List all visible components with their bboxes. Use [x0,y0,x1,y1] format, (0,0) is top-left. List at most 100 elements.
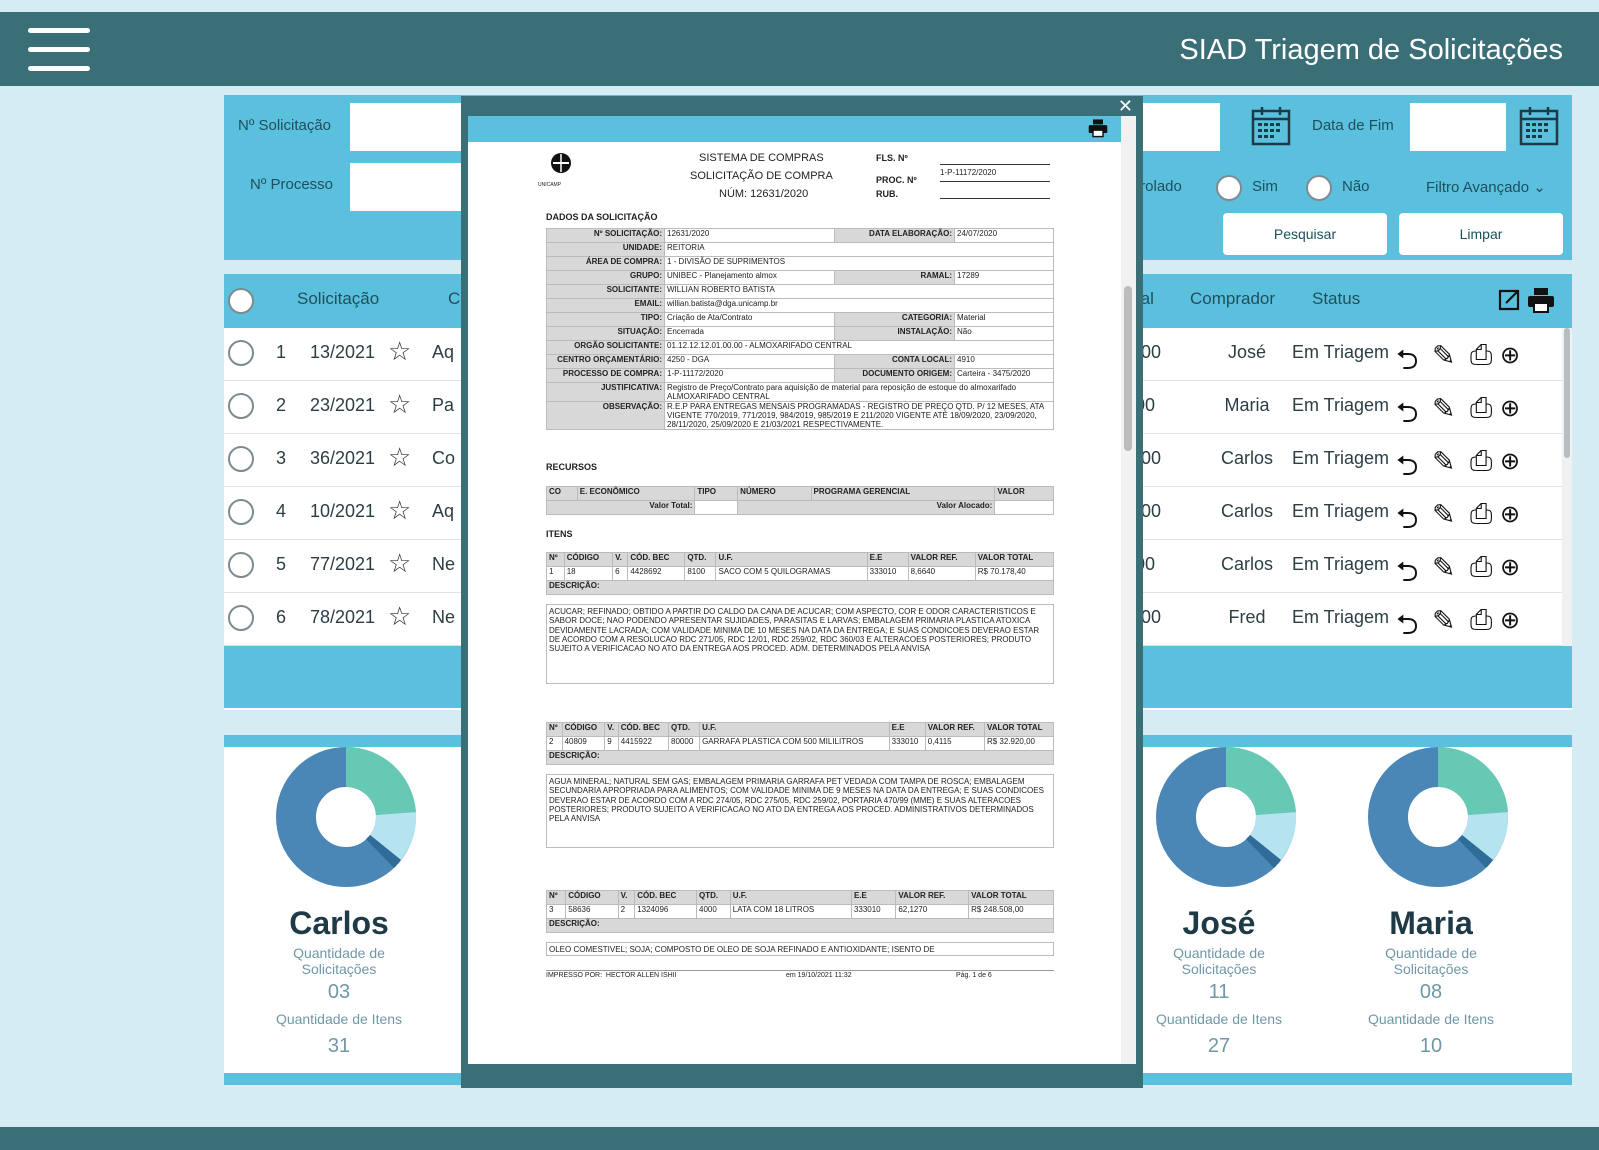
list-scrollbar[interactable] [1562,328,1572,646]
doc-item-cell: 2 [617,904,636,919]
header-comprador[interactable]: Comprador [1190,289,1275,309]
zoom-icon[interactable]: ⊕ [1500,553,1520,582]
row-comprador: Fred [1228,607,1266,627]
star-icon[interactable]: ☆ [388,442,411,473]
doc-field-row: SITUAÇÃO: Encerrada INSTALAÇÃO: Não [546,326,1054,341]
attachment-icon[interactable]: ⎙ [1470,498,1492,531]
edit-icon[interactable]: ✎ [1432,498,1455,531]
nao-radio[interactable] [1306,175,1332,201]
app-title: SIAD Triagem de Solicitações [1179,34,1563,66]
row-number: 3 [276,448,287,468]
return-icon[interactable]: ⮌ [1396,498,1418,546]
print-icon[interactable] [1526,286,1556,314]
edit-icon[interactable]: ✎ [1432,445,1455,478]
star-icon[interactable]: ☆ [388,601,411,632]
header-status[interactable]: Status [1312,289,1360,309]
document-viewer-modal: ✕ UNICAMP SISTEMA DE COMPRAS SOLICITAÇÃO… [461,96,1143,1088]
edit-icon[interactable]: ✎ [1432,392,1455,425]
calendar-icon[interactable] [1518,105,1560,147]
viewer-scrollbar[interactable] [1121,116,1136,1064]
return-icon[interactable]: ⮌ [1396,604,1418,652]
row-descricao: Aq [432,501,455,521]
export-icon[interactable] [1496,287,1522,313]
doc-item-cell: 333010 [888,736,926,751]
solicitacao-input[interactable] [350,103,470,151]
edit-icon[interactable]: ✎ [1432,604,1455,637]
logo-text: UNICAMP [538,182,562,188]
doc-field-row: ÁREA DE COMPRA: 1 - DIVISÃO DE SUPRIMENTO… [546,256,1054,271]
row-select-radio[interactable] [228,446,254,472]
sim-label: Sim [1252,178,1278,195]
doc-valor-alocado-label: Valor Alocado: [737,500,996,515]
zoom-icon[interactable]: ⊕ [1500,394,1520,423]
sim-radio[interactable] [1216,175,1242,201]
doc-field-key: TIPO: [546,312,665,327]
row-select-radio[interactable] [228,393,254,419]
doc-field-row: EMAIL: willian.batista@dga.unicamp.br [546,298,1054,313]
print-icon[interactable] [1087,118,1109,138]
row-solicitacao: 77/2021 [310,554,376,574]
doc-item-cell: R$ 70.178,40 [974,566,1055,581]
doc-field-row: PROCESSO DE COMPRA: 1-P-11172/2020 DOCUMEN… [546,368,1054,383]
row-comprador: José [1227,342,1267,362]
return-icon[interactable]: ⮌ [1396,445,1418,493]
doc-field-key: EMAIL: [546,298,665,313]
select-all-radio[interactable] [228,288,254,314]
q-itens-value: 31 [327,1035,351,1057]
row-select-radio[interactable] [228,552,254,578]
zoom-icon[interactable]: ⊕ [1500,500,1520,529]
doc-field-value: Material [954,312,1054,327]
doc-field-key: DATA ELABORAÇÃO: [834,228,955,243]
row-select-radio[interactable] [228,499,254,525]
edit-icon[interactable]: ✎ [1432,551,1455,584]
doc-field-key: SITUAÇÃO: [546,326,665,341]
return-icon[interactable]: ⮌ [1396,551,1418,599]
header-c[interactable]: C [448,289,460,309]
close-icon[interactable]: ✕ [1118,96,1133,117]
return-icon[interactable]: ⮌ [1396,392,1418,440]
data-fim-input[interactable] [1410,103,1506,151]
row-comprador: Carlos [1220,554,1273,574]
attachment-icon[interactable]: ⎙ [1470,445,1492,478]
star-icon[interactable]: ☆ [388,495,411,526]
row-select-radio[interactable] [228,605,254,631]
star-icon[interactable]: ☆ [388,389,411,420]
doc-field-key: OBSERVAÇÃO: [546,401,665,430]
doc-recursos-total-row: Valor Total: Valor Alocado: [545,500,1054,515]
attachment-icon[interactable]: ⎙ [1470,604,1492,637]
zoom-icon[interactable]: ⊕ [1500,341,1520,370]
row-solicitacao: 78/2021 [310,607,376,627]
doc-item-row: 3 58636 2 1324096 4000 LATA COM 18 LITROS 3330… [545,904,1054,919]
doc-item-cell: 9 [604,736,619,751]
star-icon[interactable]: ☆ [388,336,411,367]
filtro-avancado-dropdown[interactable]: Filtro Avançado ⌄ [1426,178,1546,196]
zoom-icon[interactable]: ⊕ [1500,606,1520,635]
zoom-icon[interactable]: ⊕ [1500,447,1520,476]
doc-impresso-date: em 19/10/2021 11:32 [786,972,852,979]
row-solicitacao: 23/2021 [310,395,376,415]
processo-input[interactable] [350,163,470,211]
attachment-icon[interactable]: ⎙ [1470,551,1492,584]
buyer-card[interactable]: Maria Quantidade de Solicitações 08 Quantid… [1326,735,1536,1057]
calendar-icon[interactable] [1250,105,1292,147]
doc-rub-line [940,198,1050,199]
doc-item-description: AGUA MINERAL; NATURAL SEM GAS; EMBALAGEM… [546,774,1054,848]
header-solicitacao[interactable]: Solicitação [297,289,379,309]
row-status: Em Triagem [1292,448,1390,468]
return-icon[interactable]: ⮌ [1396,339,1418,387]
buyer-card[interactable]: Carlos Quantidade de Solicitações 03 Quanti… [234,735,444,1057]
row-select-radio[interactable] [228,340,254,366]
menu-icon[interactable] [28,28,90,74]
attachment-icon[interactable]: ⎙ [1470,392,1492,425]
star-icon[interactable]: ☆ [388,548,411,579]
buyer-card[interactable]: José Quantidade de Solicitações 11 Quantida… [1114,735,1324,1057]
doc-item-cell: 18 [563,566,614,581]
limpar-button[interactable]: Limpar [1399,213,1563,255]
doc-sistema: SISTEMA DE COMPRAS [699,152,824,164]
pesquisar-button[interactable]: Pesquisar [1223,213,1387,255]
doc-impresso-label: IMPRESSO POR: [546,972,603,979]
doc-item-col: Nº [545,890,567,905]
edit-icon[interactable]: ✎ [1432,339,1455,372]
doc-item-cell: 4000 [696,904,731,919]
attachment-icon[interactable]: ⎙ [1470,339,1492,372]
